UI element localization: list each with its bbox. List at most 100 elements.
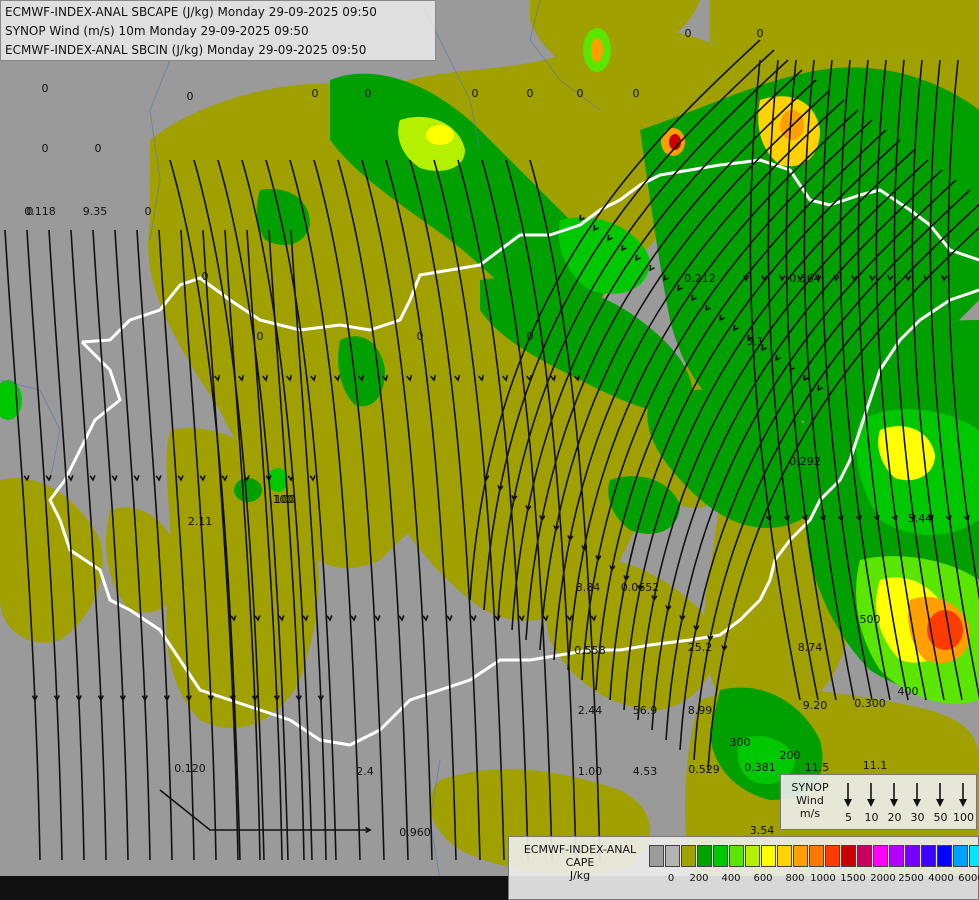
cape-color-swatch (969, 845, 979, 867)
weather-map: 0 0 0 0 0 0 0 0 0 0 0 0 0 0 0 0 0 0 0.118 9.35 2.11 100 8.84 0.… (0, 0, 979, 900)
contour-value-label: 0 (202, 270, 209, 283)
contour-value-label: 0 (527, 330, 534, 343)
cape-color-swatch (905, 845, 920, 867)
cape-color-swatch (857, 845, 872, 867)
contour-value-label: 8.99 (688, 704, 713, 717)
cape-color-swatch (889, 845, 904, 867)
contour-value-label: 0.292 (789, 455, 821, 468)
contour-value-label: 0 (187, 90, 194, 103)
wind-legend-speeds: 5 10 20 30 50 100 (837, 811, 975, 824)
title-line-wind: SYNOP Wind (m/s) 10m Monday 29-09-2025 0… (5, 24, 309, 38)
cape-color-swatch (777, 845, 792, 867)
contour-value-label: 0 (365, 87, 372, 100)
cape-color-swatch (697, 845, 712, 867)
contour-value-label: 100 (275, 493, 296, 506)
cape-tick-label: 1500 (840, 873, 866, 884)
contour-value-label: 0.212 (684, 272, 716, 285)
contour-value-label: 0 (472, 87, 479, 100)
wind-speed-label: 30 (910, 811, 925, 824)
wind-speed-label: 10 (864, 811, 879, 824)
contour-value-label: 0.960 (399, 826, 431, 839)
cape-color-swatch (937, 845, 952, 867)
cape-tick-label: 800 (785, 873, 805, 884)
cape-tick-label: 400 (721, 873, 741, 884)
contour-value-label: 200 (780, 749, 801, 762)
cape-legend: ECMWF-INDEX-ANAL CAPE J/kg 0 200 400 600 800… (508, 836, 979, 900)
cape-color-swatch (825, 845, 840, 867)
contour-value-label: 0 (417, 330, 424, 343)
cape-color-swatch (681, 845, 696, 867)
contour-value-label: 0 (633, 87, 640, 100)
contour-value-label: 0.529 (688, 763, 720, 776)
contour-value-label: 9.20 (803, 699, 828, 712)
contour-value-label: 0.0652 (621, 581, 660, 594)
contour-value-label: 4.53 (633, 765, 658, 778)
contour-value-label: 0 (685, 27, 692, 40)
title-line-cin: ECMWF-INDEX-ANAL SBCIN (J/kg) Monday 29-… (5, 43, 367, 57)
contour-value-label: 0 (312, 87, 319, 100)
cape-color-swatch (649, 845, 664, 867)
wind-speed-label: 50 (933, 811, 948, 824)
contour-value-label: 0 (577, 87, 584, 100)
cape-legend-title: ECMWF-INDEX-ANAL CAPE J/kg (515, 843, 645, 882)
contour-value-label: 0 (145, 205, 152, 218)
cape-color-swatch (713, 845, 728, 867)
wind-legend-title: SYNOP Wind m/s (787, 781, 833, 820)
contour-value-label: 0 (527, 87, 534, 100)
contour-value-label: 1.00 (578, 765, 603, 778)
contour-value-label: 0 (42, 82, 49, 95)
wind-legend: SYNOP Wind m/s 5 10 20 30 50 100 (780, 774, 977, 830)
contour-value-label: 0 (757, 27, 764, 40)
cape-color-swatch (809, 845, 824, 867)
cape-legend-title-line: CAPE (565, 856, 595, 869)
contour-value-label: 0 (42, 142, 49, 155)
wind-legend-arrows (844, 783, 967, 807)
cape-color-swatch (665, 845, 680, 867)
contour-value-label: 11.5 (805, 761, 830, 774)
cape-tick-label: 1000 (810, 873, 836, 884)
cape-tick-label: 4000 (928, 873, 954, 884)
contour-value-label: 8.84 (576, 581, 601, 594)
cape-tick-label: 600 (753, 873, 773, 884)
contour-value-label: 0.118 (24, 205, 56, 218)
contour-value-label: 0 (257, 330, 264, 343)
contour-value-label: 56.9 (633, 704, 658, 717)
contour-value-label: 0 (95, 142, 102, 155)
cape-color-swatch (793, 845, 808, 867)
contour-value-label: 2.44 (578, 704, 603, 717)
contour-value-label: 0.120 (174, 762, 206, 775)
contour-value-label: 0.558 (574, 644, 606, 657)
cape-legend-title-line: ECMWF-INDEX-ANAL (523, 843, 637, 856)
cape-tick-label: 6000 (958, 873, 979, 884)
contour-value-label: 2.4 (356, 765, 374, 778)
contour-value-label: 5.44 (908, 512, 933, 525)
wind-legend-title-line: SYNOP (791, 781, 829, 794)
cape-tick-label: 0 (667, 873, 675, 884)
wind-speed-label: 100 (953, 811, 974, 824)
contour-value-label: 8.74 (798, 641, 823, 654)
wind-speed-label: 20 (887, 811, 902, 824)
contour-value-label: 300 (730, 736, 751, 749)
title-line-cape: ECMWF-INDEX-ANAL SBCAPE (J/kg) Monday 29… (5, 5, 377, 19)
contour-value-label: 25.2 (688, 641, 713, 654)
contour-value-label: 400 (898, 685, 919, 698)
cape-color-swatch (873, 845, 888, 867)
cape-color-swatch (953, 845, 968, 867)
cape-legend-ticks: 0 200 400 600 800 1000 1500 20002500 4000 6000 (649, 873, 979, 887)
wind-legend-title-line: m/s (799, 807, 821, 820)
contour-value-label: 11.1 (863, 759, 888, 772)
cape-tick-label: 2500 (898, 873, 924, 884)
contour-value-label: 2.11 (188, 515, 213, 528)
contour-value-label: 0.300 (854, 697, 886, 710)
cape-legend-swatches (649, 845, 979, 867)
cape-color-swatch (921, 845, 936, 867)
cape-tick-label: 2000 (870, 873, 896, 884)
cape-legend-title-line: J/kg (569, 869, 591, 882)
contour-value-label: 0.381 (744, 761, 776, 774)
contour-value-label: 9.35 (83, 205, 108, 218)
cape-tick-label: 200 (689, 873, 709, 884)
cape-color-swatch (841, 845, 856, 867)
cape-color-swatch (729, 845, 744, 867)
cape-color-swatch (761, 845, 776, 867)
wind-speed-label: 5 (845, 811, 852, 824)
